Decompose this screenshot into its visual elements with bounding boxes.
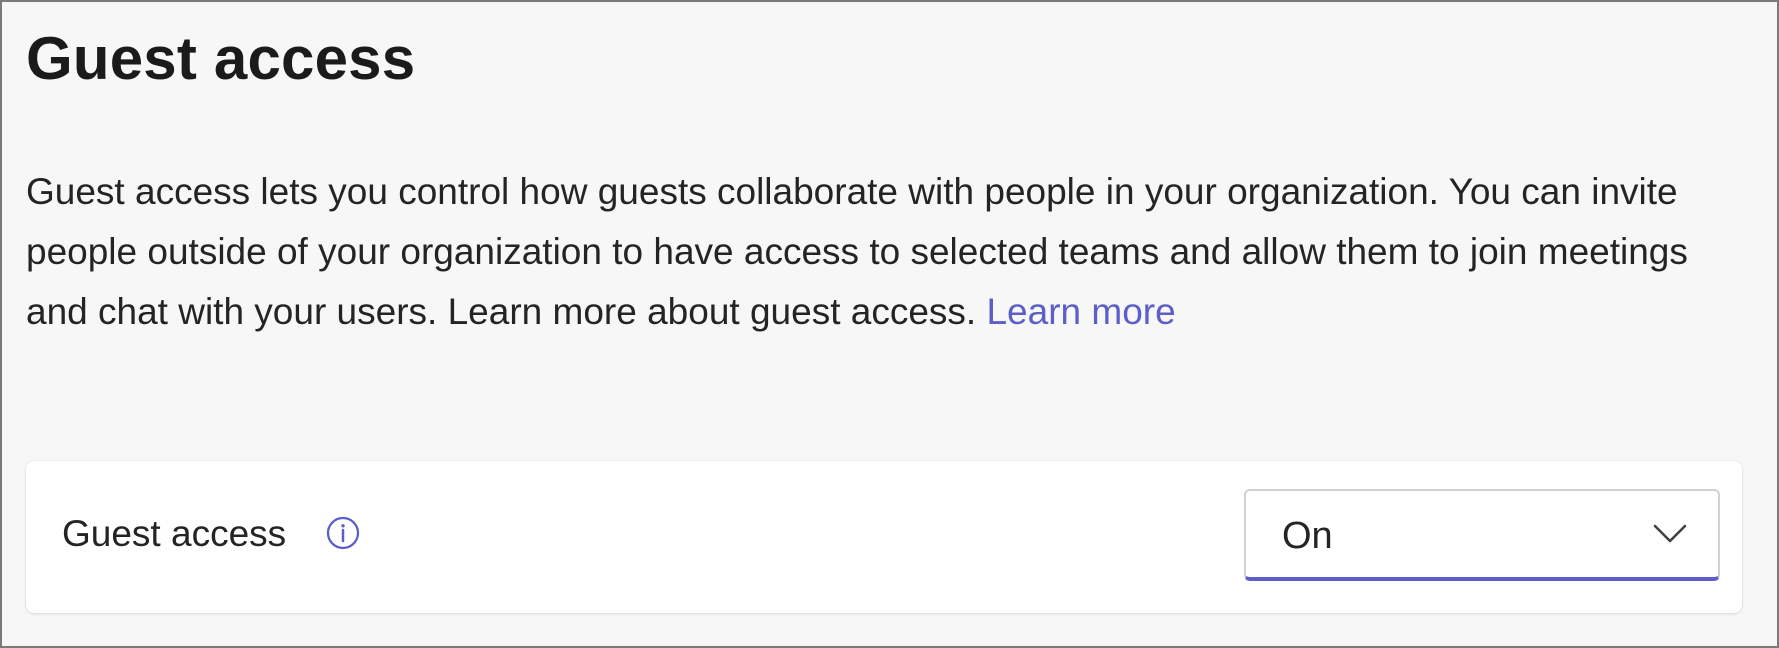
learn-more-link[interactable]: Learn more	[986, 291, 1175, 332]
guest-access-page: Guest access Guest access lets you contr…	[0, 0, 1779, 648]
guest-access-dropdown[interactable]: On	[1244, 489, 1720, 581]
guest-access-setting-card: Guest access On	[26, 461, 1742, 613]
page-description: Guest access lets you control how guests…	[26, 162, 1736, 342]
page-title: Guest access	[26, 25, 416, 92]
chevron-down-icon	[1652, 521, 1688, 545]
guest-access-label: Guest access	[62, 513, 287, 554]
info-icon[interactable]	[324, 514, 362, 552]
dropdown-selected-value: On	[1282, 515, 1333, 557]
description-text: Guest access lets you control how guests…	[26, 171, 1688, 332]
